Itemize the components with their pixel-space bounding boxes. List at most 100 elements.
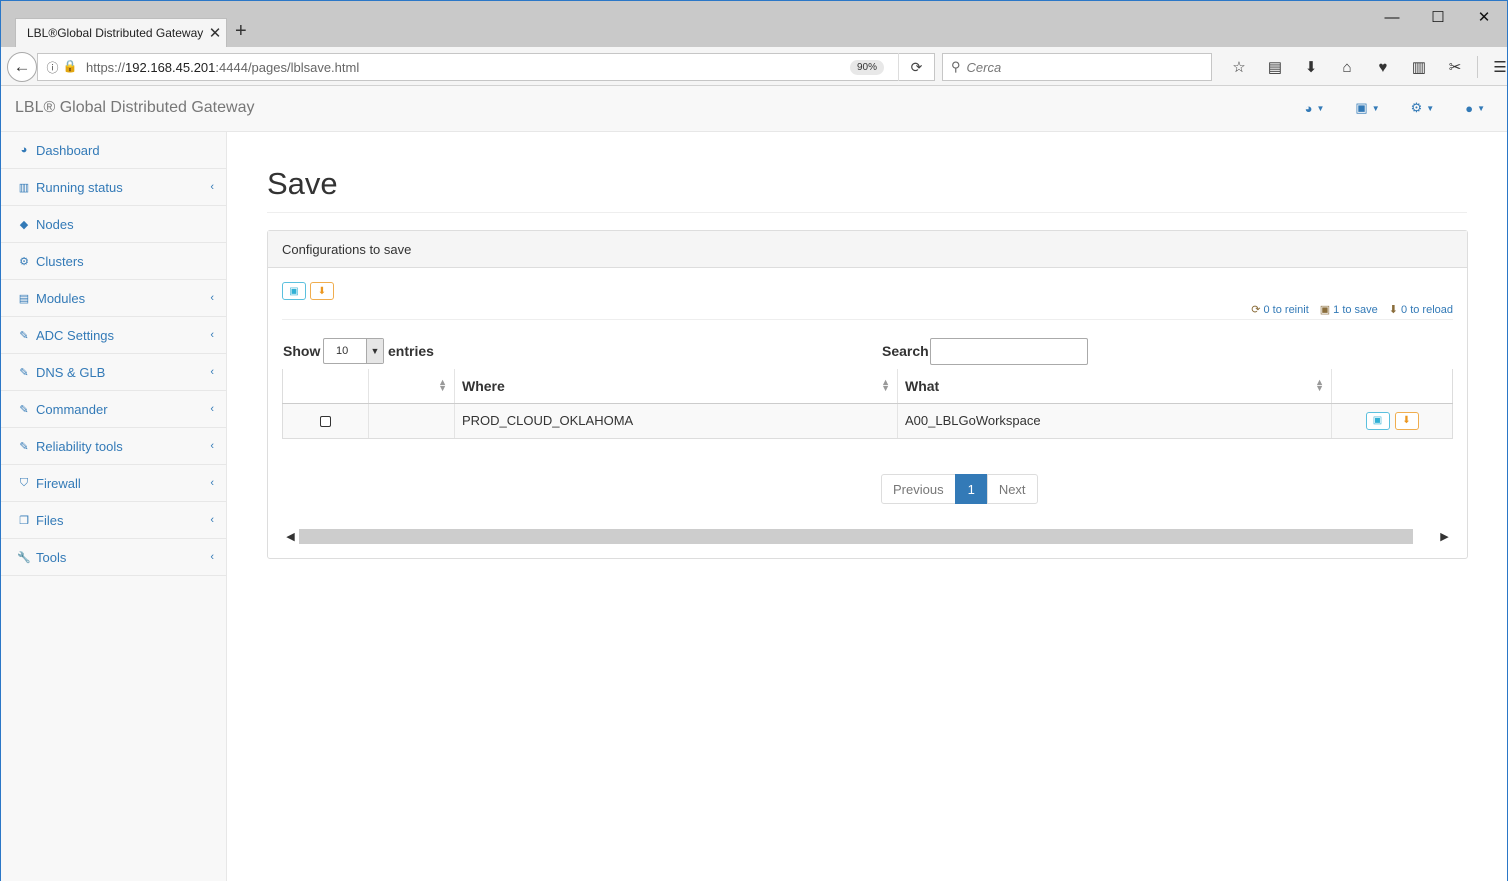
info-icon[interactable]: ⓘ bbox=[47, 59, 59, 76]
zip-extension-icon[interactable]: ▥ bbox=[1401, 58, 1437, 76]
pagination-page-1[interactable]: 1 bbox=[954, 474, 988, 504]
dashboard-menu[interactable]: ◕ ▼ bbox=[1305, 100, 1325, 116]
download-icon[interactable]: ⬇ bbox=[1293, 58, 1329, 76]
app-header: LBL® Global Distributed Gateway ◕ ▼ ▣ ▼ ⚙ ▼… bbox=[1, 86, 1507, 132]
pocket-icon[interactable]: ♥ bbox=[1365, 59, 1401, 76]
column-header-where[interactable]: Where ▲ ▼ bbox=[454, 369, 898, 404]
scroll-thumb[interactable] bbox=[299, 529, 1414, 544]
sidebar-item-modules[interactable]: ▤ Modules ‹ bbox=[1, 280, 226, 317]
dashboard-icon: ◕ bbox=[20, 144, 28, 156]
show-label: Show bbox=[283, 343, 321, 359]
zoom-level-badge[interactable]: 90% bbox=[849, 59, 884, 75]
row-save-button[interactable]: ▣ bbox=[1365, 411, 1390, 430]
reload-counter[interactable]: ⬇ 0 to reload bbox=[1389, 303, 1453, 317]
sidebar-item-files[interactable]: ❐ Files ‹ bbox=[1, 502, 226, 539]
save-icon: ▣ bbox=[1319, 304, 1331, 316]
cogs-icon: ⚙ bbox=[19, 255, 29, 268]
sidebar-item-commander[interactable]: ✎ Commander ‹ bbox=[1, 391, 226, 428]
chevron-left-icon: ‹ bbox=[210, 477, 214, 489]
search-placeholder: Cerca bbox=[966, 59, 1002, 75]
browser-tab[interactable]: LBL®Global Distributed Gateway ✕ bbox=[15, 18, 227, 47]
tab-close-icon[interactable]: ✕ bbox=[204, 24, 226, 42]
sidebar-item-tools[interactable]: 🔧 Tools ‹ bbox=[1, 539, 226, 576]
search-label: Search: bbox=[882, 343, 934, 359]
wrench-icon: 🔧 bbox=[17, 551, 31, 564]
browser-navbar: ← ⓘ 🔒 https://192.168.45.201:4444/pages/… bbox=[1, 47, 1507, 86]
sidebar-item-dns-glb[interactable]: ✎ DNS & GLB ‹ bbox=[1, 354, 226, 391]
chevron-down-icon: ▼ bbox=[366, 339, 383, 363]
bookmark-star-icon[interactable]: ☆ bbox=[1221, 58, 1257, 76]
save-menu[interactable]: ▣ ▼ bbox=[1355, 100, 1379, 116]
pagination-previous[interactable]: Previous bbox=[881, 474, 956, 504]
chevron-left-icon: ‹ bbox=[210, 440, 214, 452]
row-what-cell: A00_LBLGoWorkspace bbox=[897, 403, 1332, 439]
pagination: Previous 1 Next bbox=[881, 474, 1038, 504]
scroll-left-icon[interactable]: ◀ bbox=[282, 530, 299, 543]
sort-icon: ▲ ▼ bbox=[881, 377, 890, 393]
caret-down-icon: ▼ bbox=[1371, 103, 1380, 113]
sidebar-item-clusters[interactable]: ⚙ Clusters bbox=[1, 243, 226, 280]
back-button[interactable]: ← bbox=[7, 52, 37, 82]
chevron-left-icon: ‹ bbox=[210, 514, 214, 526]
row-checkbox[interactable] bbox=[320, 416, 331, 428]
refresh-icon: ⟳ bbox=[1251, 304, 1261, 316]
maximize-button[interactable]: ☐ bbox=[1415, 1, 1461, 33]
sidebar-item-reliability-tools[interactable]: ✎ Reliability tools ‹ bbox=[1, 428, 226, 465]
sidebar-item-firewall[interactable]: ⛉ Firewall ‹ bbox=[1, 465, 226, 502]
browser-search-input[interactable]: ⚲ Cerca bbox=[942, 53, 1212, 81]
entries-label: entries bbox=[388, 343, 434, 359]
list-icon: ▤ bbox=[18, 292, 30, 305]
reading-list-icon[interactable]: ▤ bbox=[1257, 58, 1293, 76]
sidebar-item-dashboard[interactable]: ◕ Dashboard bbox=[1, 132, 226, 169]
configurations-panel: Configurations to save ▣ ⬇ ⟳ 0 to reinit … bbox=[267, 230, 1468, 559]
row-download-button[interactable]: ⬇ bbox=[1394, 411, 1419, 430]
user-menu[interactable]: ● ▼ bbox=[1465, 100, 1485, 116]
new-tab-button[interactable]: + bbox=[235, 20, 247, 43]
chevron-left-icon: ‹ bbox=[210, 551, 214, 563]
caret-down-icon: ▼ bbox=[1477, 103, 1485, 113]
shield-icon: ⛉ bbox=[19, 476, 29, 489]
save-icon: ▣ bbox=[1372, 415, 1383, 426]
gear-icon: ⚙ bbox=[1410, 100, 1423, 115]
chevron-left-icon: ‹ bbox=[210, 329, 214, 341]
sidebar-item-nodes[interactable]: ◆ Nodes bbox=[1, 206, 226, 243]
save-all-button[interactable]: ▣ bbox=[282, 282, 306, 300]
reinit-counter[interactable]: ⟳ 0 to reinit bbox=[1251, 303, 1308, 317]
download-all-button[interactable]: ⬇ bbox=[310, 282, 334, 300]
column-header-actions bbox=[1331, 369, 1453, 404]
url-bar[interactable]: ⓘ 🔒 https://192.168.45.201:4444/pages/lb… bbox=[37, 53, 935, 81]
close-window-button[interactable]: ✕ bbox=[1461, 1, 1507, 33]
sidebar-item-adc-settings[interactable]: ✎ ADC Settings ‹ bbox=[1, 317, 226, 354]
hamburger-menu-icon[interactable]: ☰ bbox=[1482, 58, 1508, 76]
pagination-next[interactable]: Next bbox=[986, 474, 1038, 504]
search-icon: ⚲ bbox=[951, 59, 961, 74]
horizontal-scrollbar[interactable]: ◀ ▶ bbox=[282, 528, 1453, 545]
status-counters: ⟳ 0 to reinit ▣ 1 to save ⬇ 0 to reload bbox=[1251, 303, 1453, 317]
cube-icon: ◆ bbox=[19, 218, 29, 231]
sidebar-item-running-status[interactable]: ▥ Running status ‹ bbox=[1, 169, 226, 206]
save-icon: ▣ bbox=[1355, 100, 1368, 115]
row-where-cell: PROD_CLOUD_OKLAHOMA bbox=[454, 403, 898, 439]
minimize-button[interactable]: — bbox=[1369, 1, 1415, 33]
page-size-select[interactable]: 10 ▼ bbox=[323, 338, 384, 364]
scroll-right-icon[interactable]: ▶ bbox=[1436, 530, 1453, 543]
lock-warning-icon[interactable]: 🔒 bbox=[63, 59, 78, 76]
column-header-what[interactable]: What ▲ ▼ bbox=[897, 369, 1332, 404]
app-brand[interactable]: LBL® Global Distributed Gateway bbox=[15, 99, 254, 117]
table-search-input[interactable] bbox=[930, 338, 1088, 365]
arrow-left-icon: ← bbox=[13, 57, 31, 76]
reload-icon[interactable]: ⟳ bbox=[898, 53, 934, 81]
column-header-blank[interactable]: ▲ ▼ bbox=[368, 369, 455, 404]
window-controls: — ☐ ✕ bbox=[1369, 1, 1507, 33]
settings-menu[interactable]: ⚙ ▼ bbox=[1411, 100, 1435, 116]
chevron-left-icon: ‹ bbox=[210, 181, 214, 193]
url-text[interactable]: https://192.168.45.201:4444/pages/lblsav… bbox=[86, 60, 850, 75]
header-menus: ◕ ▼ ▣ ▼ ⚙ ▼ ● ▼ bbox=[1305, 100, 1485, 116]
user-icon: ● bbox=[1465, 100, 1474, 116]
page-title: Save bbox=[267, 166, 1467, 213]
home-icon[interactable]: ⌂ bbox=[1329, 59, 1365, 76]
row-select-cell bbox=[282, 403, 369, 439]
save-counter[interactable]: ▣ 1 to save bbox=[1319, 303, 1378, 317]
sidebar: ◕ Dashboard ▥ Running status ‹ ◆ Nodes ⚙ Clus… bbox=[1, 132, 227, 881]
screenshot-icon[interactable]: ✂ bbox=[1437, 58, 1473, 76]
